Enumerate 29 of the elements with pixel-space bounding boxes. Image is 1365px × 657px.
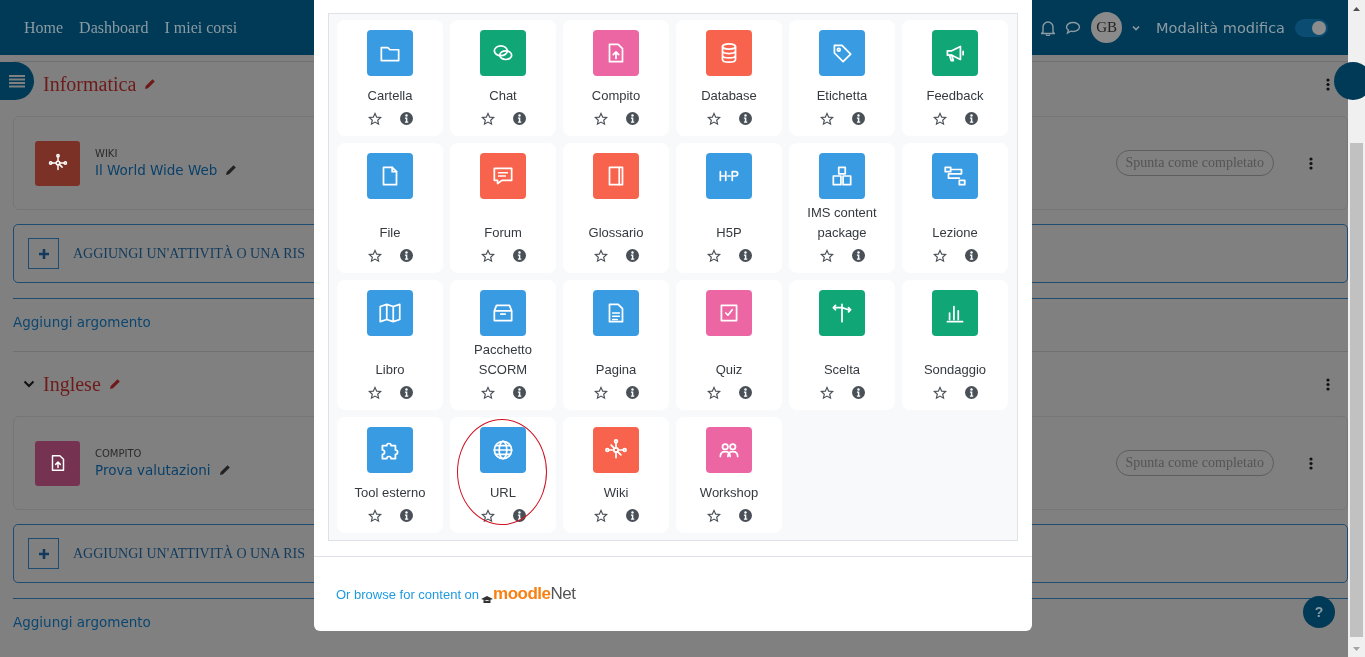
activity-name: Scelta <box>823 361 861 379</box>
activity-name: Pagina <box>595 361 637 379</box>
activity-name: Glossario <box>588 224 644 242</box>
activity-name: IMS content package <box>806 204 878 242</box>
activity-name: Etichetta <box>816 87 868 105</box>
activity-name: Sondaggio <box>923 361 987 379</box>
activity-name: Compito <box>591 87 641 105</box>
brand-logo-text: moodle <box>493 584 551 604</box>
section-title: Informatica <box>43 72 137 96</box>
activity-name: Tool esterno <box>354 484 426 502</box>
brand-logo-text: Net <box>550 584 576 604</box>
edit-mode-label: Modalità modifica <box>1156 19 1285 36</box>
activity-name: Quiz <box>715 361 743 379</box>
activity-name: Feedback <box>926 87 984 105</box>
activity-name: Cartella <box>367 87 413 105</box>
activity-name: H5P <box>716 224 742 242</box>
activity-name: Forum <box>484 224 522 242</box>
activity-name: Chat <box>489 87 517 105</box>
activity-name: Workshop <box>699 484 759 502</box>
activity-name: Wiki <box>603 484 629 502</box>
activity-name: URL <box>490 484 516 502</box>
activity-name: Lezione <box>932 224 978 242</box>
activity-name: Libro <box>375 361 405 379</box>
activity-name: Database <box>701 87 757 105</box>
section-title: Inglese <box>43 372 101 396</box>
activity-type: COMPITO <box>95 448 143 459</box>
activity-name: Pacchetto SCORM <box>473 341 533 379</box>
activity-type: WIKI <box>95 148 119 159</box>
activity-name: File <box>379 224 401 242</box>
